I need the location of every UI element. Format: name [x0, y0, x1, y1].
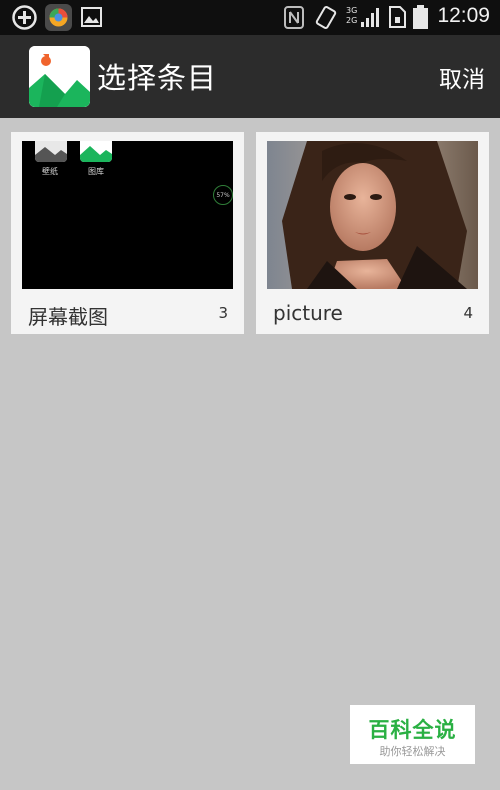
action-bar: 选择条目 取消	[0, 35, 500, 118]
network-type: 3G 2G	[346, 6, 358, 25]
clock: 12:09	[437, 4, 490, 27]
album-card-screenshots[interactable]: 壁纸 图库 57% 屏幕截图 3	[11, 132, 244, 334]
wallpaper-app-icon	[35, 141, 67, 162]
rotation-icon	[315, 5, 337, 34]
gallery-label: 图库	[88, 167, 104, 176]
album-count: 3	[218, 304, 228, 322]
nfc-icon	[284, 6, 304, 33]
album-name: picture	[273, 301, 343, 325]
wallpaper-label: 壁纸	[42, 167, 58, 176]
signal-icon	[359, 5, 381, 33]
album-thumbnail: 壁纸 图库 57%	[22, 141, 233, 289]
album-thumbnail-portrait	[267, 141, 478, 289]
progress-indicator: 57%	[213, 185, 233, 205]
watermark-sub: 助你轻松解决	[379, 745, 446, 758]
watermark-main: 百科全说	[368, 718, 457, 742]
gallery-app-icon	[80, 141, 112, 162]
battery-icon	[413, 5, 428, 33]
sim-icon	[389, 6, 406, 32]
gallery-icon[interactable]	[29, 46, 90, 107]
app-store-icon	[45, 4, 72, 35]
image-icon	[81, 7, 102, 31]
page-title: 选择条目	[97, 61, 218, 95]
status-bar: 3G 2G 12:09	[0, 0, 500, 35]
album-name: 屏幕截图	[28, 305, 108, 329]
album-count: 4	[463, 304, 473, 322]
watermark-logo: 百科全说 助你轻松解决	[350, 705, 475, 764]
cancel-button[interactable]: 取消	[439, 60, 485, 94]
add-circle-icon	[11, 4, 38, 35]
album-card-picture[interactable]: picture 4	[256, 132, 489, 334]
